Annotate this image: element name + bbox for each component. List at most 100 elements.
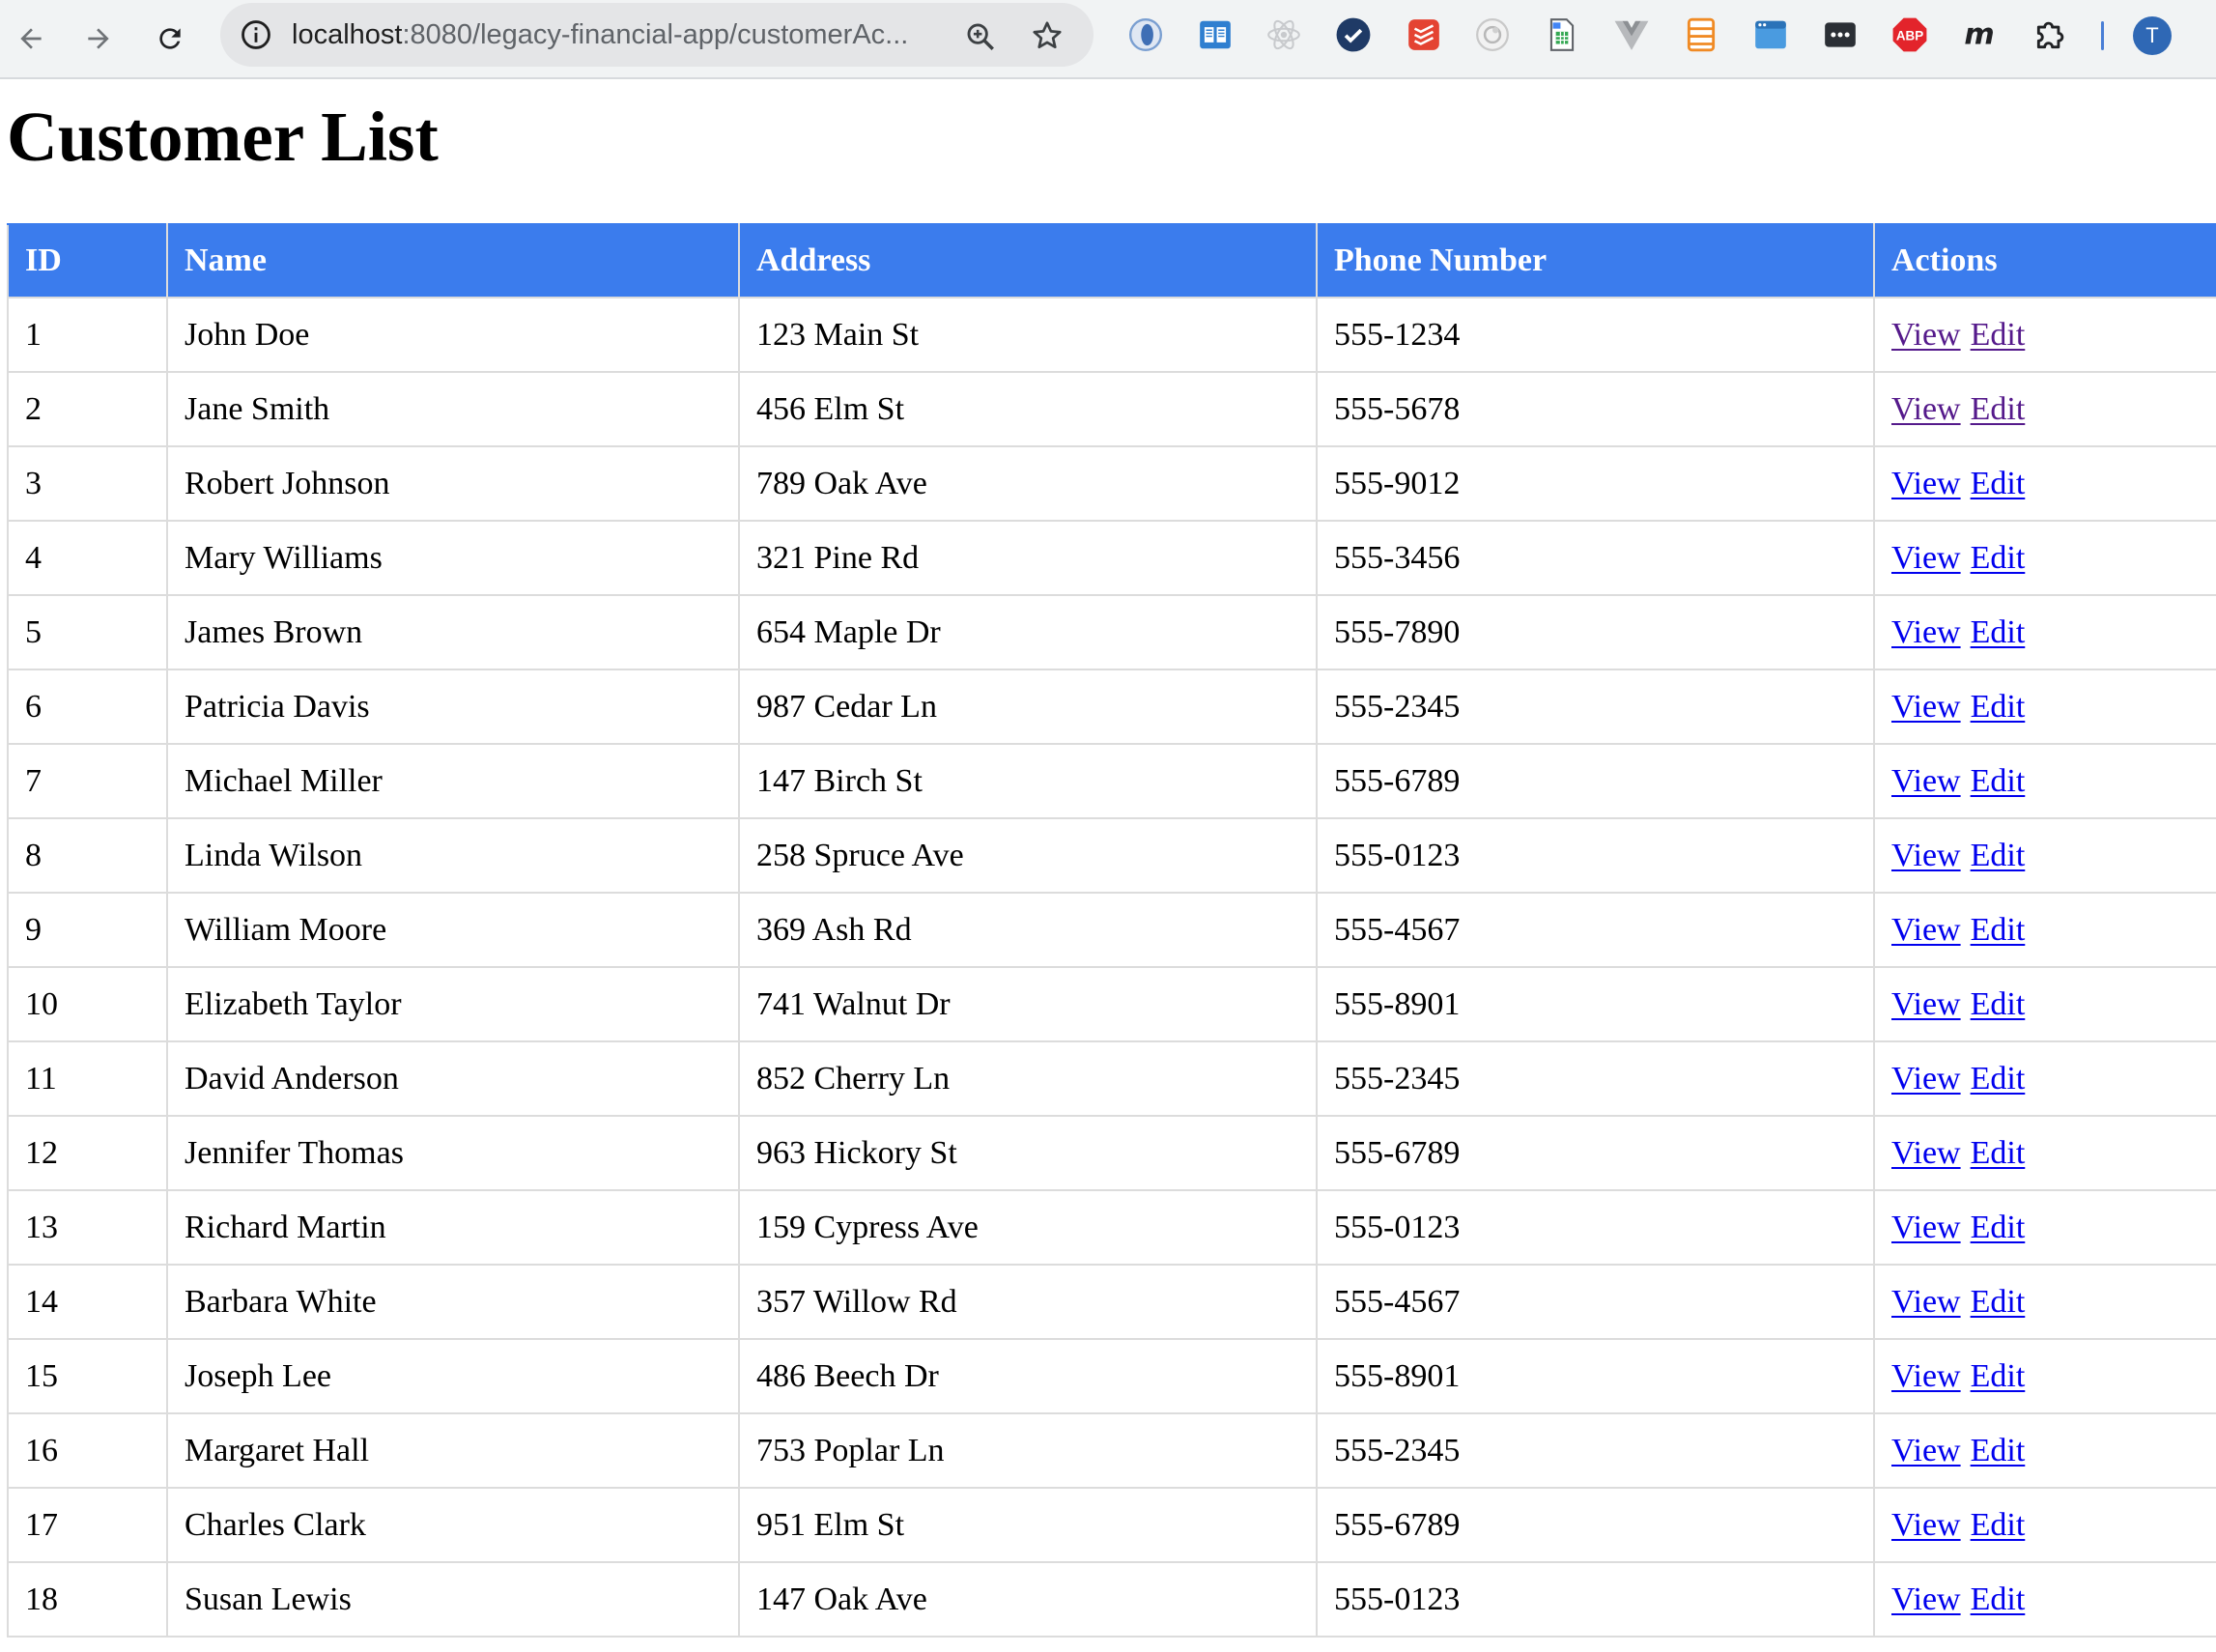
extensions-puzzle-icon[interactable] [2032,16,2069,53]
cell-phone: 555-7890 [1316,594,1875,670]
cell-phone: 555-8901 [1316,966,1875,1042]
cell-phone: 555-4567 [1316,1264,1875,1340]
ext-blue-circle-icon[interactable] [1127,16,1164,53]
edit-link[interactable]: Edit [1971,614,2026,650]
view-link[interactable]: View [1891,1135,1961,1171]
cell-actions: View Edit [1873,371,2216,447]
view-link[interactable]: View [1891,763,1961,799]
table-header: ID Name Address Phone Number Actions [7,223,2216,299]
cell-address: 357 Willow Rd [738,1264,1318,1340]
edit-link[interactable]: Edit [1971,912,2026,948]
cell-actions: View Edit [1873,966,2216,1042]
cell-phone: 555-3456 [1316,520,1875,596]
view-link[interactable]: View [1891,1061,1961,1097]
edit-link[interactable]: Edit [1971,838,2026,873]
cell-phone: 555-8901 [1316,1338,1875,1414]
cell-phone: 555-6789 [1316,1115,1875,1191]
address-bar[interactable]: localhost:8080/legacy-financial-app/cust… [220,3,1094,67]
edit-link[interactable]: Edit [1971,1507,2026,1543]
view-link[interactable]: View [1891,614,1961,650]
vue-devtools-icon[interactable] [1613,16,1650,53]
forward-button[interactable] [73,14,124,64]
page-title: Customer List [7,98,439,176]
view-link[interactable]: View [1891,986,1961,1022]
reload-button[interactable] [145,14,195,64]
header-address: Address [738,223,1318,299]
reader-book-icon[interactable] [1197,16,1234,53]
view-link[interactable]: View [1891,689,1961,725]
cell-id: 15 [7,1338,168,1414]
cell-address: 159 Cypress Ave [738,1189,1318,1266]
edit-link[interactable]: Edit [1971,466,2026,501]
cell-phone: 555-5678 [1316,371,1875,447]
cell-id: 16 [7,1412,168,1489]
edit-link[interactable]: Edit [1971,1135,2026,1171]
cell-id: 18 [7,1561,168,1638]
view-link[interactable]: View [1891,391,1961,427]
view-link[interactable]: View [1891,1358,1961,1394]
document-sheet-icon[interactable] [1544,16,1580,53]
view-link[interactable]: View [1891,1581,1961,1617]
edit-link[interactable]: Edit [1971,1210,2026,1245]
url-path: :8080/legacy-financial-app/customerAc... [402,19,909,50]
cell-id: 9 [7,892,168,968]
edit-link[interactable]: Edit [1971,1581,2026,1617]
cell-phone: 555-0123 [1316,817,1875,894]
view-link[interactable]: View [1891,1284,1961,1320]
edit-link[interactable]: Edit [1971,689,2026,725]
url-text[interactable]: localhost:8080/legacy-financial-app/cust… [292,3,987,67]
edit-link[interactable]: Edit [1971,763,2026,799]
cell-address: 741 Walnut Dr [738,966,1318,1042]
cell-name: Patricia Davis [166,669,740,745]
adblock-plus-icon[interactable]: ABP [1891,16,1928,53]
cell-phone: 555-6789 [1316,1487,1875,1563]
view-link[interactable]: View [1891,838,1961,873]
table-row: 1 John Doe 123 Main St 555-1234 View Edit [7,297,2216,373]
view-link[interactable]: View [1891,912,1961,948]
header-id: ID [7,223,168,299]
site-info-icon[interactable] [240,18,272,51]
cell-actions: View Edit [1873,1264,2216,1340]
window-preview-icon[interactable] [1752,16,1789,53]
table-row: 12 Jennifer Thomas 963 Hickory St 555-6789 V… [7,1115,2216,1191]
edit-link[interactable]: Edit [1971,540,2026,576]
edit-link[interactable]: Edit [1971,986,2026,1022]
cell-id: 11 [7,1040,168,1117]
zoom-icon[interactable] [964,20,997,53]
cell-phone: 555-6789 [1316,743,1875,819]
cell-phone: 555-1234 [1316,297,1875,373]
view-link[interactable]: View [1891,317,1961,353]
checkmark-circle-icon[interactable] [1335,16,1372,53]
profile-avatar[interactable]: T [2133,16,2172,55]
cell-id: 3 [7,445,168,522]
view-link[interactable]: View [1891,540,1961,576]
cell-name: Susan Lewis [166,1561,740,1638]
edit-link[interactable]: Edit [1971,317,2026,353]
cell-address: 987 Cedar Ln [738,669,1318,745]
edit-link[interactable]: Edit [1971,1284,2026,1320]
orange-stack-icon[interactable] [1683,16,1719,53]
privacy-badger-icon[interactable] [1474,16,1511,53]
react-devtools-icon[interactable] [1265,16,1302,53]
todoist-icon[interactable] [1406,16,1442,53]
view-link[interactable]: View [1891,466,1961,501]
reload-icon [159,28,181,49]
view-link[interactable]: View [1891,1433,1961,1468]
edit-link[interactable]: Edit [1971,1061,2026,1097]
cell-name: Elizabeth Taylor [166,966,740,1042]
customer-table: ID Name Address Phone Number Actions 1 Jo… [7,223,2216,1638]
view-link[interactable]: View [1891,1210,1961,1245]
edit-link[interactable]: Edit [1971,1358,2026,1394]
bookmark-star-icon[interactable] [1030,18,1065,53]
cell-actions: View Edit [1873,1115,2216,1191]
m-letter-icon[interactable]: m [1961,16,1998,53]
back-button[interactable] [6,14,56,64]
cell-actions: View Edit [1873,892,2216,968]
view-link[interactable]: View [1891,1507,1961,1543]
cell-actions: View Edit [1873,817,2216,894]
ellipsis-box-icon[interactable] [1822,16,1859,53]
cell-actions: View Edit [1873,594,2216,670]
edit-link[interactable]: Edit [1971,1433,2026,1468]
cell-id: 6 [7,669,168,745]
edit-link[interactable]: Edit [1971,391,2026,427]
